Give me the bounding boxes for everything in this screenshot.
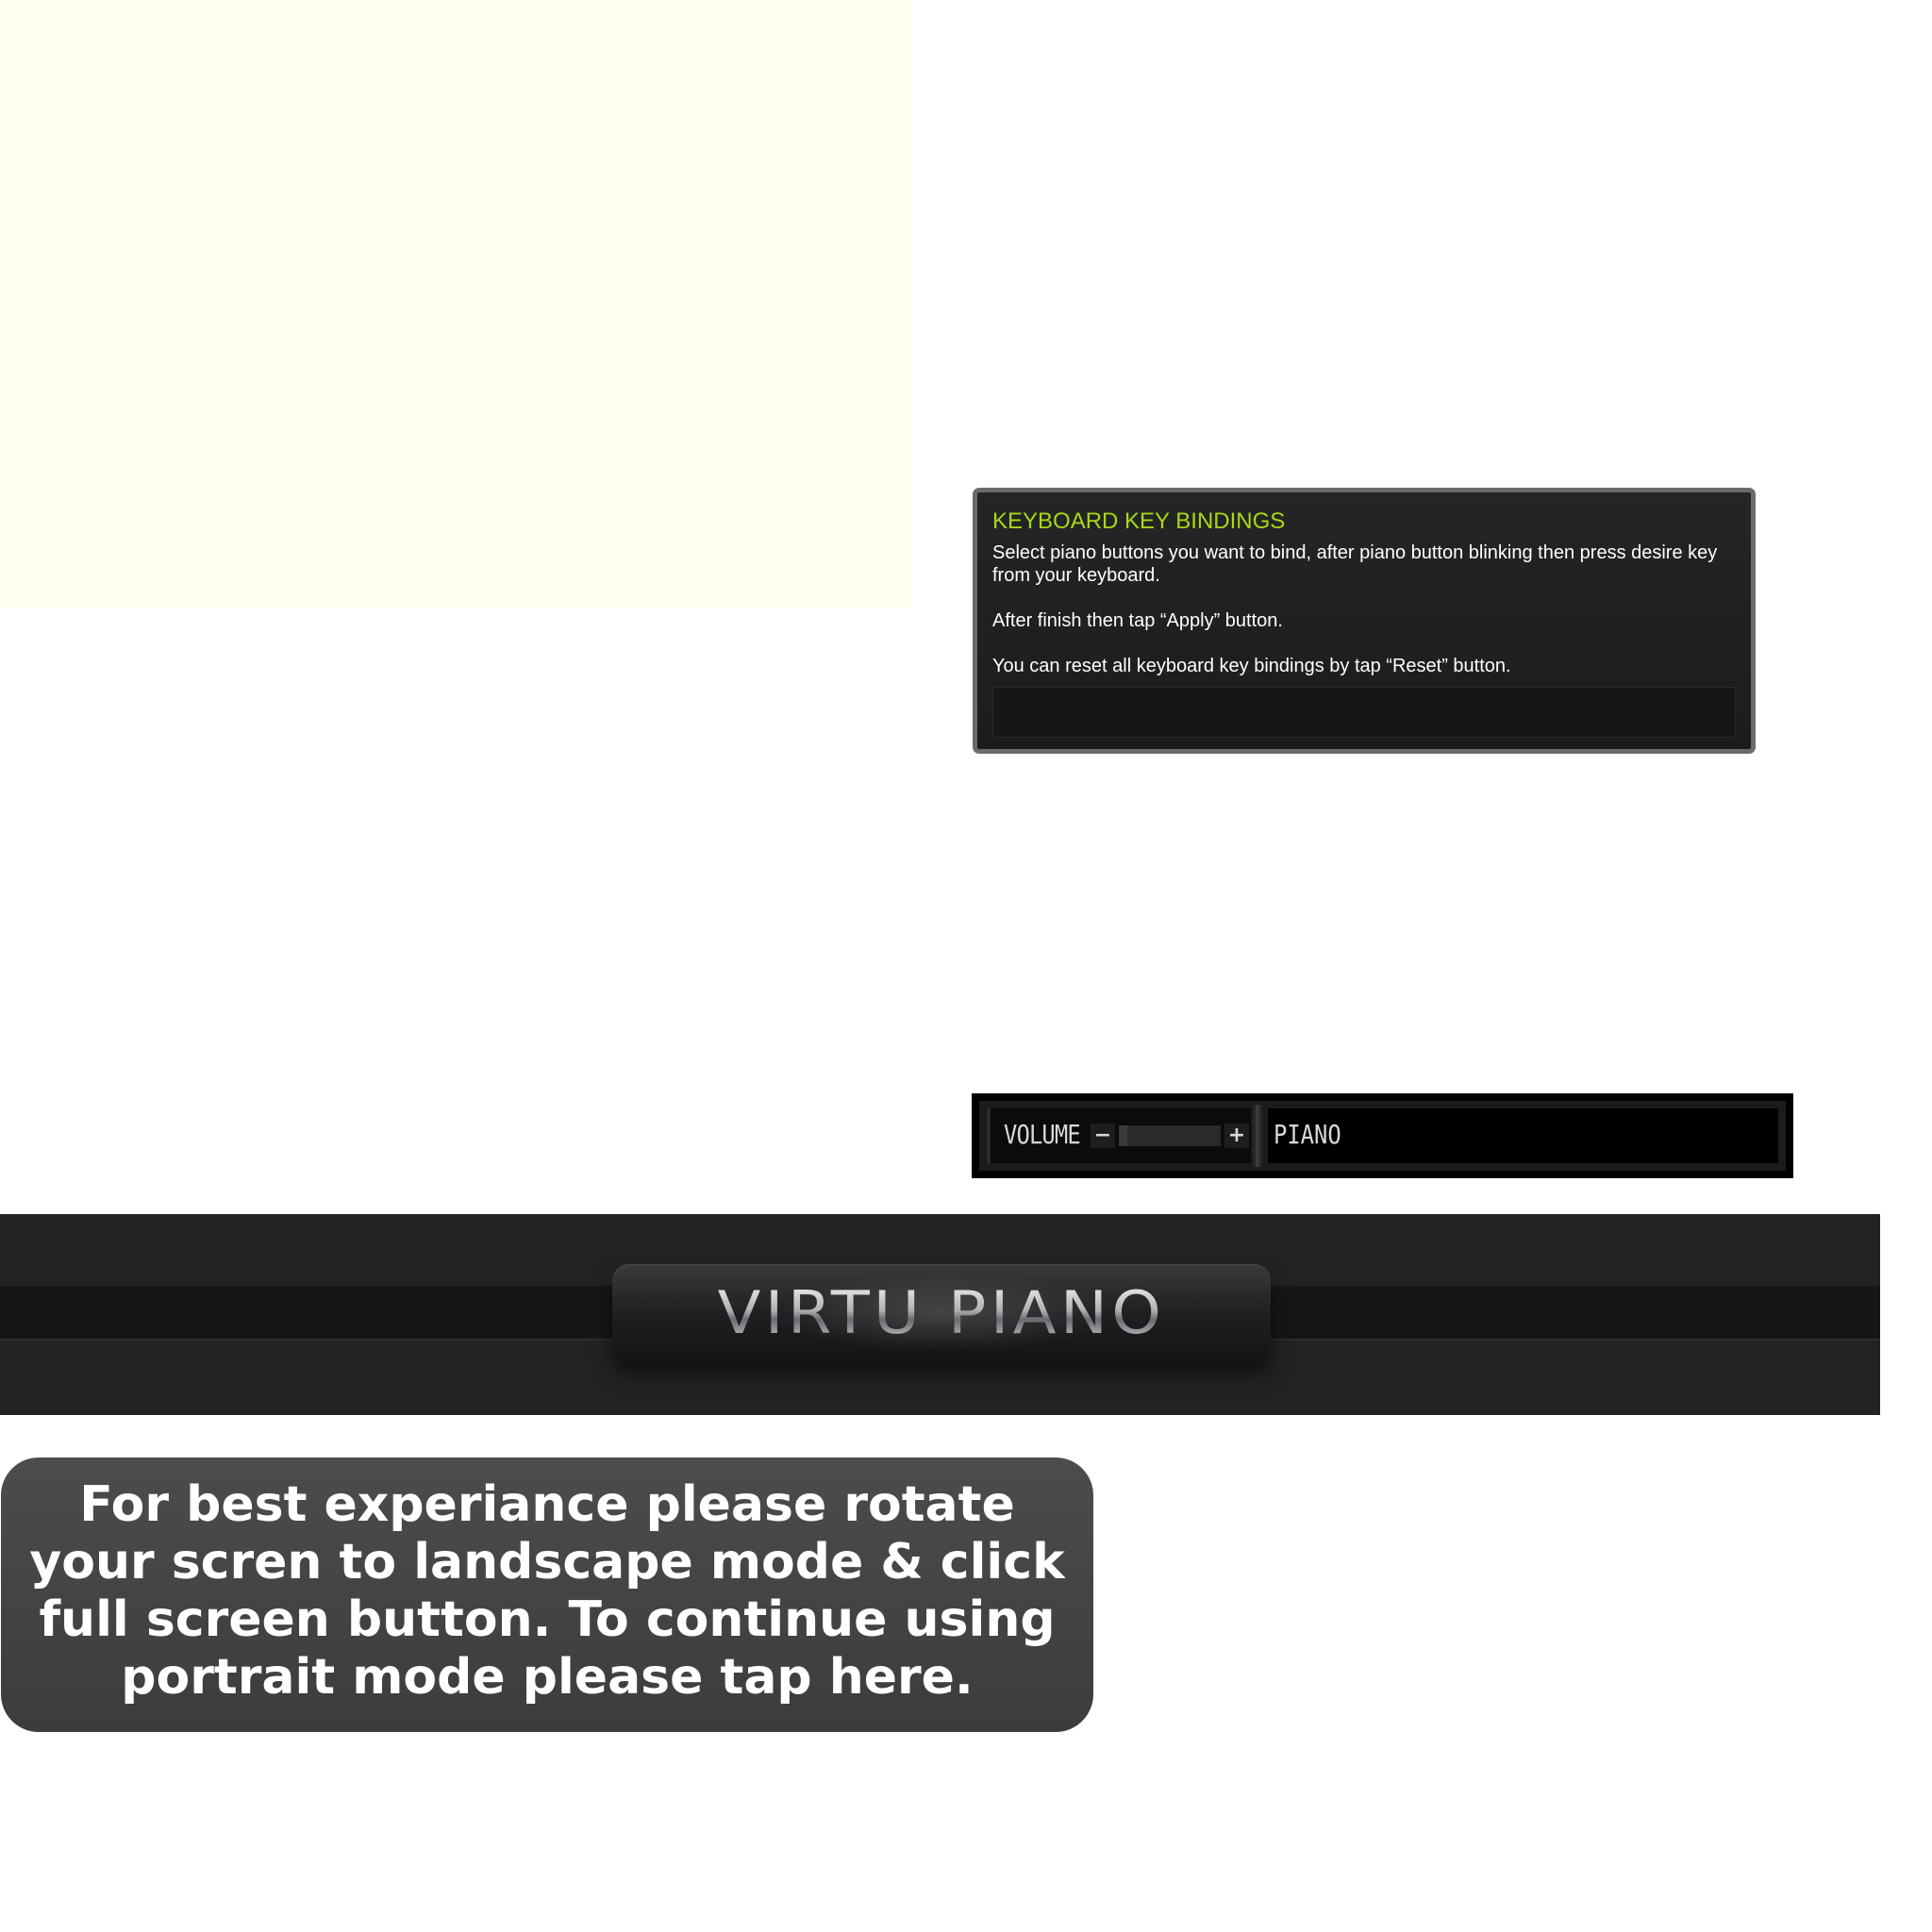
- header-banner: VIRTU PIANO: [0, 1214, 1880, 1415]
- instruction-select-buttons: Select piano buttons you want to bind, a…: [992, 542, 1718, 586]
- instrument-label: PIANO: [1274, 1119, 1341, 1150]
- rotate-notice-text: For best experiance please rotate your s…: [29, 1476, 1065, 1706]
- volume-down-button[interactable]: −: [1091, 1124, 1115, 1148]
- volume-slider-fill: [1119, 1125, 1127, 1146]
- instrument-selector[interactable]: PIANO: [1268, 1108, 1778, 1163]
- instruction-apply: After finish then tap “Apply” button.: [992, 610, 1283, 631]
- logo-plate: VIRTU PIANO: [612, 1264, 1271, 1361]
- instruction-reset: You can reset all keyboard key bindings …: [992, 656, 1511, 676]
- keyboard-key-bindings-dialog: KEYBOARD KEY BINDINGS Select piano butto…: [973, 488, 1756, 754]
- volume-slider[interactable]: [1119, 1125, 1221, 1146]
- control-divider: [1253, 1105, 1262, 1167]
- app-logo: VIRTU PIANO: [586, 1281, 1297, 1345]
- volume-control: VOLUME − +: [987, 1108, 1251, 1163]
- rotate-screen-notice[interactable]: For best experiance please rotate your s…: [1, 1457, 1093, 1732]
- dialog-button-area: [992, 687, 1736, 738]
- control-bar-inner: VOLUME − + PIANO: [979, 1101, 1786, 1171]
- blank-panel: [0, 0, 912, 608]
- dialog-title: KEYBOARD KEY BINDINGS: [992, 508, 1286, 534]
- volume-label: VOLUME: [1004, 1119, 1081, 1150]
- volume-up-button[interactable]: +: [1224, 1124, 1249, 1148]
- control-bar: VOLUME − + PIANO: [972, 1093, 1793, 1178]
